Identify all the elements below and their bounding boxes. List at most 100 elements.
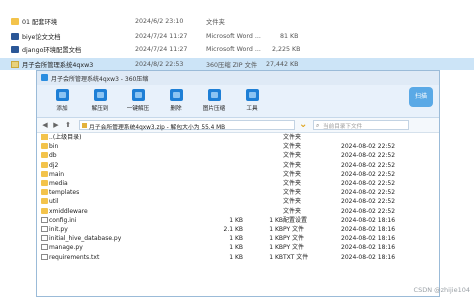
file-name: bin: [49, 143, 59, 151]
file-explorer: 01 配套环境 2024/6/2 23:10 文件夹 biye论文文档 2024…: [0, 0, 474, 72]
title-bar[interactable]: 月子会所管理系统4qxw3 - 360压缩: [37, 71, 439, 85]
file-type: 文件夹: [283, 189, 302, 197]
explorer-row[interactable]: biye论文文档 2024/7/24 11:27 Microsoft Word …: [0, 30, 474, 42]
image-compress-button[interactable]: 图片压缩: [201, 89, 227, 115]
file-type: 360压缩 ZIP 文件: [206, 61, 258, 69]
file-name: 月子会所管理系统4qxw3: [22, 61, 94, 69]
list-item[interactable]: manage.py 1 KB 1 KB PY 文件 2024-08-02 18:…: [37, 243, 439, 252]
packed-size: 1 KB: [269, 226, 283, 233]
file-date: 2024/8/2 22:53: [135, 60, 184, 68]
list-item[interactable]: media 文件夹 2024-08-02 22:52: [37, 179, 439, 188]
add-label: 添加: [56, 106, 68, 112]
chevron-down-icon[interactable]: ⌄: [299, 120, 309, 130]
path-text: 月子会所管理系统4qxw3.zip - 解包大小为 55.4 MB: [89, 125, 226, 131]
one-click-extract-button[interactable]: 一键解压: [125, 89, 151, 115]
list-item[interactable]: xmiddleware 文件夹 2024-08-02 22:52: [37, 207, 439, 216]
toolbar: 添加 解压到 一键解压 删除 图片压缩 工具 扫描: [37, 85, 439, 118]
file-date: 2024-08-02 22:52: [341, 180, 396, 187]
file-name: init.py: [49, 226, 68, 233]
forward-arrow-icon[interactable]: ▶: [52, 121, 60, 129]
delete-icon: [169, 89, 183, 101]
back-arrow-icon[interactable]: ◀: [41, 121, 49, 129]
packed-size: 1 KB: [269, 216, 283, 224]
explorer-row-selected[interactable]: 月子会所管理系统4qxw3 2024/8/2 22:53 360压缩 ZIP 文…: [0, 58, 474, 70]
file-size: 27,442 KB: [266, 60, 299, 68]
folder-icon: [41, 198, 48, 205]
one-click-extract-icon: [131, 89, 145, 101]
packed-size: 1 KB: [269, 235, 283, 243]
list-item[interactable]: init.py 2.1 KB 1 KB PY 文件 2024-08-02 18:…: [37, 225, 439, 234]
file-name: initial_hive_database.py: [49, 235, 122, 243]
file-date: 2024-08-02 22:52: [341, 170, 396, 178]
delete-button[interactable]: 删除: [163, 89, 189, 115]
folder-icon: [41, 161, 48, 168]
list-item[interactable]: templates 文件夹 2024-08-02 22:52: [37, 188, 439, 197]
file-name: ..(上级目录): [49, 134, 82, 141]
address-bar: ◀ ▶ ⬆ 月子会所管理系统4qxw3.zip - 解包大小为 55.4 MB …: [37, 118, 439, 133]
list-item[interactable]: db 文件夹 2024-08-02 22:52: [37, 151, 439, 160]
add-button[interactable]: 添加: [49, 89, 75, 115]
up-folder-icon[interactable]: ⬆: [64, 121, 72, 129]
file-name: db: [49, 152, 57, 160]
list-item[interactable]: config.ini 1 KB 1 KB 配置设置 2024-08-02 18:…: [37, 216, 439, 225]
path-field[interactable]: 月子会所管理系统4qxw3.zip - 解包大小为 55.4 MB: [79, 120, 295, 131]
search-icon: ⌕: [316, 122, 320, 129]
search-input[interactable]: ⌕ 当前目录下文件: [313, 120, 409, 130]
folder-icon: [41, 170, 48, 177]
window-title: 月子会所管理系统4qxw3 - 360压缩: [51, 76, 149, 83]
file-date: 2024-08-02 22:52: [341, 161, 396, 169]
file-type: PY 文件: [283, 244, 305, 252]
file-name: util: [49, 198, 59, 206]
tools-button[interactable]: 工具: [239, 89, 265, 115]
one-click-extract-label: 一键解压: [126, 106, 150, 112]
file-icon: [41, 244, 48, 251]
list-item[interactable]: main 文件夹 2024-08-02 22:52: [37, 170, 439, 179]
file-size: 1 KB: [229, 235, 243, 243]
list-item[interactable]: bin 文件夹 2024-08-02 22:52: [37, 142, 439, 151]
folder-icon: [41, 152, 48, 159]
file-size: 81 KB: [280, 32, 299, 40]
list-item[interactable]: ..(上级目录) 文件夹: [37, 133, 439, 142]
list-item[interactable]: initial_hive_database.py 1 KB 1 KB PY 文件…: [37, 234, 439, 243]
file-icon: [41, 226, 48, 232]
file-type: 文件夹: [283, 207, 302, 215]
file-type: 文件夹: [283, 152, 302, 160]
file-type: PY 文件: [283, 235, 305, 243]
app-icon: [41, 74, 48, 81]
list-item[interactable]: dj2 文件夹 2024-08-02 22:52: [37, 161, 439, 170]
file-name: config.ini: [49, 216, 77, 224]
file-type: 文件夹: [283, 170, 302, 178]
file-date: 2024-08-02 22:52: [341, 143, 396, 151]
folder-icon: [11, 17, 19, 25]
file-date: 2024-08-02 18:16: [341, 253, 396, 261]
explorer-row[interactable]: 01 配套环境 2024/6/2 23:10 文件夹: [0, 15, 474, 27]
explorer-row[interactable]: django环境配置文档 2024/7/24 11:27 Microsoft W…: [0, 43, 474, 55]
file-list: ..(上级目录) 文件夹 bin 文件夹 2024-08-02 22:52 db…: [37, 133, 439, 297]
extract-icon: [93, 89, 107, 101]
list-item[interactable]: util 文件夹 2024-08-02 22:52: [37, 197, 439, 206]
scan-button[interactable]: 扫描: [409, 87, 433, 107]
file-type: 配置设置: [283, 216, 308, 224]
watermark: CSDN @zhijie104: [413, 286, 470, 294]
file-name: xmiddleware: [49, 207, 88, 215]
packed-size: 1 KB: [269, 253, 283, 261]
file-date: 2024-08-02 22:52: [341, 198, 396, 206]
file-date: 2024-08-02 18:16: [341, 216, 396, 224]
file-name: manage.py: [49, 244, 83, 252]
add-icon: [55, 89, 69, 101]
list-item[interactable]: requirements.txt 1 KB 1 KB TXT 文件 2024-0…: [37, 253, 439, 262]
file-date: 2024-08-02 22:52: [341, 207, 396, 215]
extract-to-button[interactable]: 解压到: [87, 89, 113, 115]
zip-icon: [82, 123, 87, 128]
tools-label: 工具: [246, 106, 258, 112]
file-type: 文件夹: [283, 143, 302, 151]
file-icon: [41, 235, 48, 242]
file-icon: [41, 216, 48, 223]
file-name: 01 配套环境: [22, 18, 58, 26]
folder-icon: [41, 189, 48, 196]
file-name: templates: [49, 189, 80, 197]
image-compress-label: 图片压缩: [202, 106, 226, 112]
file-name: requirements.txt: [49, 253, 100, 261]
file-date: 2024-08-02 22:52: [341, 152, 396, 160]
file-date: 2024/7/24 11:27: [135, 45, 188, 53]
